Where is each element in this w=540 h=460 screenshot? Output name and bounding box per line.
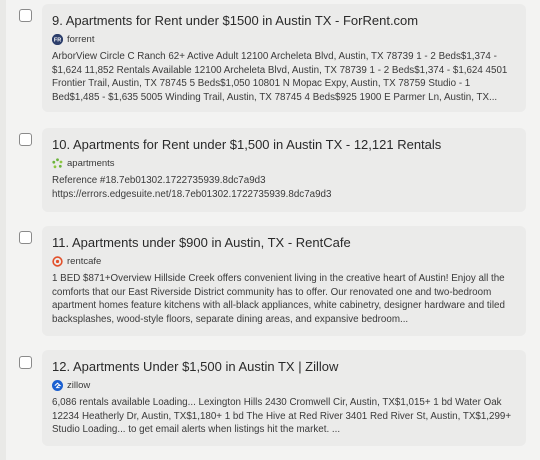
result-source: FR forrent bbox=[52, 32, 516, 46]
forrent-icon: FR bbox=[52, 33, 63, 45]
left-strip bbox=[0, 0, 6, 460]
results-list: 9. Apartments for Rent under $1500 in Au… bbox=[0, 0, 540, 460]
source-name: apartments bbox=[67, 157, 115, 169]
result-title[interactable]: 11. Apartments under $900 in Austin, TX … bbox=[52, 234, 516, 251]
result-snippet: 1 BED $871+Overview Hillside Creek offer… bbox=[52, 273, 505, 325]
rentcafe-icon bbox=[52, 255, 63, 267]
result-source: apartments bbox=[52, 156, 516, 170]
result-title[interactable]: 10. Apartments for Rent under $1,500 in … bbox=[52, 136, 516, 153]
result-card[interactable]: 12. Apartments Under $1,500 in Austin TX… bbox=[42, 350, 526, 446]
result-snippet: ArborView Circle C Ranch 62+ Active Adul… bbox=[52, 51, 508, 103]
result-card[interactable]: 11. Apartments under $900 in Austin, TX … bbox=[42, 226, 526, 336]
result-card[interactable]: 9. Apartments for Rent under $1500 in Au… bbox=[42, 4, 526, 112]
result-card[interactable]: 10. Apartments for Rent under $1,500 in … bbox=[42, 128, 526, 212]
zillow-icon bbox=[52, 379, 63, 391]
result-source: rentcafe bbox=[52, 254, 516, 268]
result-snippet: Reference #18.7eb01302.1722735939.8dc7a9… bbox=[52, 175, 332, 200]
result-checkbox[interactable] bbox=[19, 133, 32, 146]
source-name: forrent bbox=[67, 33, 95, 45]
result-snippet: 6,086 rentals available Loading... Lexin… bbox=[52, 397, 512, 435]
result-checkbox[interactable] bbox=[19, 231, 32, 244]
apartments-icon bbox=[52, 157, 63, 169]
source-name: zillow bbox=[67, 379, 91, 391]
source-name: rentcafe bbox=[67, 255, 102, 267]
result-source: zillow bbox=[52, 378, 516, 392]
result-checkbox[interactable] bbox=[19, 9, 32, 22]
result-checkbox[interactable] bbox=[19, 356, 32, 369]
result-title[interactable]: 12. Apartments Under $1,500 in Austin TX… bbox=[52, 358, 516, 375]
svg-text:FR: FR bbox=[54, 37, 61, 43]
result-title[interactable]: 9. Apartments for Rent under $1500 in Au… bbox=[52, 12, 516, 29]
